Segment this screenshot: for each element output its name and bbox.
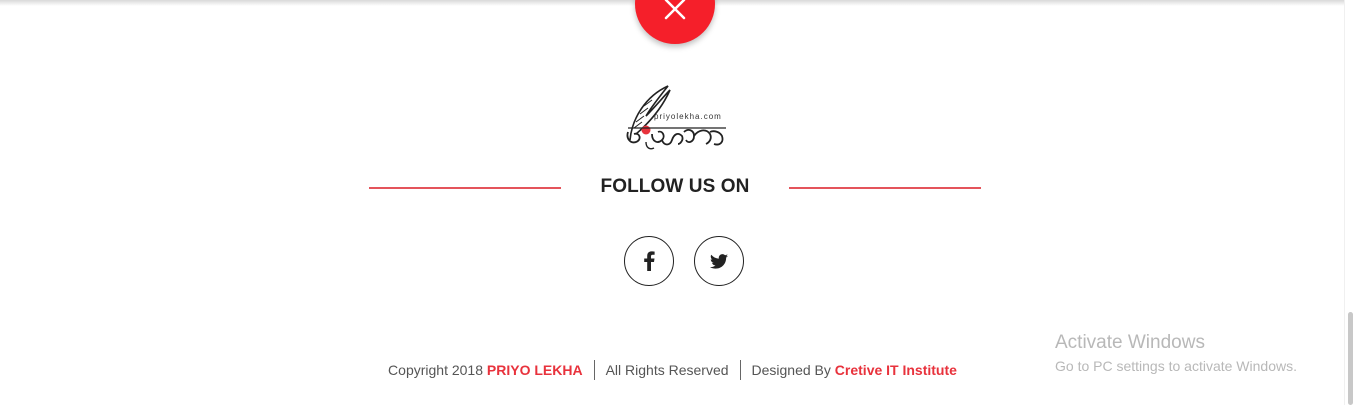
facebook-icon [644,251,655,271]
site-logo[interactable]: priyolekha.com [622,82,728,154]
twitter-icon [710,253,728,269]
activation-title: Activate Windows [1055,332,1205,353]
page-scrollbar[interactable] [1344,0,1355,405]
brand-link[interactable]: PRIYO LEKHA [487,362,583,378]
rights-text: All Rights Reserved [605,362,729,378]
divider-right [789,187,981,189]
footer-page: priyolekha.com FOLLOW US ON Copyright 20… [0,0,1355,405]
scrollbar-thumb[interactable] [1348,312,1353,405]
windows-activation-watermark: Activate Windows Go to PC settings to ac… [1055,332,1297,377]
activation-subtitle: Go to PC settings to activate Windows. [1055,358,1297,374]
twitter-link[interactable] [694,236,744,286]
designed-by-text: Designed By Cretive IT Institute [741,362,968,378]
close-button[interactable] [635,0,715,44]
designer-link[interactable]: Cretive IT Institute [835,362,957,378]
close-icon [664,0,686,20]
divider-left [369,187,561,189]
follow-title: FOLLOW US ON [600,176,750,197]
designed-prefix: Designed By [751,362,831,378]
logo-tagline: priyolekha.com [654,112,722,121]
copyright-prefix: Copyright 2018 [388,362,483,378]
facebook-link[interactable] [624,236,674,286]
copyright-text: Copyright 2018 PRIYO LEKHA [377,362,594,378]
follow-us-heading: FOLLOW US ON [0,172,1355,204]
